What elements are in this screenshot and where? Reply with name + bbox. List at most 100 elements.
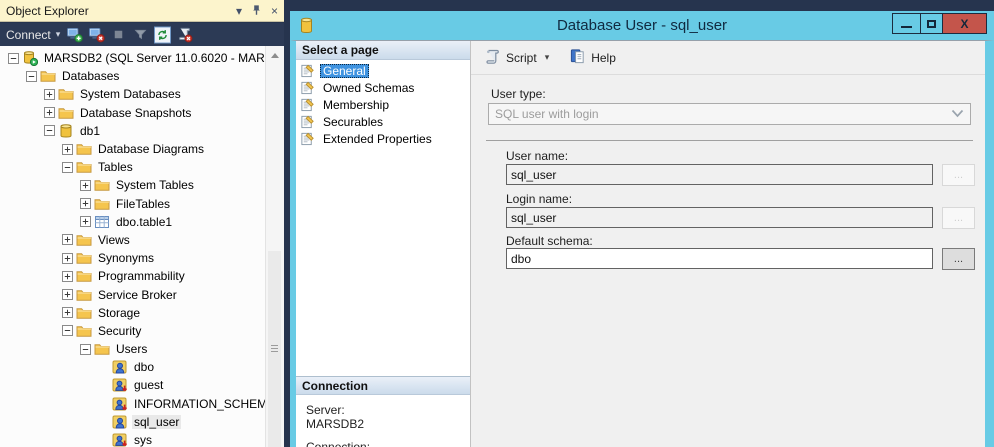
login-name-input[interactable] bbox=[506, 207, 933, 228]
tree-item[interactable]: Security bbox=[0, 322, 265, 340]
dialog-titlebar[interactable]: Database User - sql_user bbox=[290, 11, 994, 40]
connect-button[interactable]: Connect ▾ bbox=[6, 28, 60, 42]
tree-item[interactable]: MARSDB2 (SQL Server 11.0.6020 - MARSD bbox=[0, 49, 265, 67]
close-icon[interactable]: × bbox=[271, 5, 278, 17]
select-a-page-header: Select a page bbox=[296, 41, 470, 60]
expander-plus-icon[interactable] bbox=[62, 289, 73, 300]
expander-plus-icon[interactable] bbox=[80, 180, 91, 191]
tree-item[interactable]: INFORMATION_SCHEMA bbox=[0, 395, 265, 413]
folder-icon bbox=[76, 250, 92, 266]
minimize-button[interactable] bbox=[892, 13, 921, 34]
connect-object-explorer-icon[interactable] bbox=[66, 26, 83, 43]
help-button[interactable]: Help bbox=[569, 48, 616, 68]
expander-minus-icon[interactable] bbox=[62, 162, 73, 173]
tree-item[interactable]: Storage bbox=[0, 304, 265, 322]
stop-icon[interactable] bbox=[110, 26, 127, 43]
disconnect-icon[interactable] bbox=[88, 26, 105, 43]
page-item[interactable]: Membership bbox=[296, 96, 470, 113]
default-schema-input[interactable] bbox=[506, 248, 933, 269]
expander-minus-icon[interactable] bbox=[62, 325, 73, 336]
tree-item[interactable]: Users bbox=[0, 340, 265, 358]
tree-item-label: Security bbox=[96, 324, 143, 338]
folder-icon bbox=[76, 323, 92, 339]
login-name-label: Login name: bbox=[506, 192, 572, 206]
tree-item[interactable]: dbo bbox=[0, 358, 265, 376]
tree-item[interactable]: Programmability bbox=[0, 267, 265, 285]
connection-label: Connection: bbox=[306, 440, 470, 447]
folder-icon bbox=[76, 268, 92, 284]
refresh-icon[interactable] bbox=[154, 26, 171, 43]
tree-item[interactable]: sql_user bbox=[0, 413, 265, 431]
panel-spacer bbox=[296, 147, 470, 376]
filter-icon[interactable] bbox=[132, 26, 149, 43]
object-explorer-titlebar[interactable]: Object Explorer ▾ × bbox=[0, 0, 284, 22]
database-user-dialog: Database User - sql_user Select a page G… bbox=[290, 11, 994, 447]
script-button[interactable]: Script bbox=[483, 48, 537, 68]
tree-item-label: Service Broker bbox=[96, 288, 179, 302]
user-type-label: User type: bbox=[491, 87, 546, 101]
database-icon bbox=[58, 123, 74, 139]
expander-minus-icon[interactable] bbox=[8, 53, 19, 64]
expander-plus-icon[interactable] bbox=[80, 216, 91, 227]
script-chevron-icon[interactable]: ▾ bbox=[545, 52, 550, 63]
expander-minus-icon[interactable] bbox=[80, 344, 91, 355]
tree-scrollbar[interactable] bbox=[266, 46, 284, 447]
page-icon bbox=[300, 114, 315, 129]
tree-item[interactable]: System Tables bbox=[0, 176, 265, 194]
object-explorer-toolbar: Connect ▾ bbox=[0, 23, 284, 46]
page-item[interactable]: General bbox=[296, 62, 470, 79]
tree-item[interactable]: Databases bbox=[0, 67, 265, 85]
tree-item[interactable]: System Databases bbox=[0, 85, 265, 103]
window-position-chevron-icon[interactable]: ▾ bbox=[236, 5, 242, 17]
page-item[interactable]: Extended Properties bbox=[296, 130, 470, 147]
expander-minus-icon[interactable] bbox=[44, 125, 55, 136]
scroll-up-arrow-icon[interactable] bbox=[271, 53, 279, 58]
expander-plus-icon[interactable] bbox=[44, 89, 55, 100]
page-item[interactable]: Securables bbox=[296, 113, 470, 130]
dialog-content: Script ▾ Help User type: SQL user with l… bbox=[470, 41, 985, 447]
expander-plus-icon[interactable] bbox=[62, 144, 73, 155]
login-name-browse-button[interactable]: ... bbox=[942, 207, 975, 229]
expander-plus-icon[interactable] bbox=[80, 198, 91, 209]
tree-item[interactable]: sys bbox=[0, 431, 265, 447]
pin-icon[interactable] bbox=[251, 4, 262, 18]
tree-item-label: System Databases bbox=[78, 87, 183, 101]
scrollbar-thumb[interactable] bbox=[268, 251, 281, 447]
expander-plus-icon[interactable] bbox=[62, 307, 73, 318]
tree-item[interactable]: Database Diagrams bbox=[0, 140, 265, 158]
close-button[interactable] bbox=[942, 13, 987, 34]
tree-item-label: Database Diagrams bbox=[96, 142, 206, 156]
default-schema-browse-button[interactable]: ... bbox=[942, 248, 975, 270]
user-down-icon bbox=[112, 377, 128, 393]
tree-item[interactable]: dbo.table1 bbox=[0, 213, 265, 231]
tree-item[interactable]: Service Broker bbox=[0, 285, 265, 303]
page-item[interactable]: Owned Schemas bbox=[296, 79, 470, 96]
script-error-icon[interactable] bbox=[176, 26, 193, 43]
chevron-down-icon: ▾ bbox=[56, 29, 61, 40]
tree-item[interactable]: Tables bbox=[0, 158, 265, 176]
expander-plus-icon[interactable] bbox=[62, 234, 73, 245]
user-type-value: SQL user with login bbox=[495, 107, 951, 121]
user-down-icon bbox=[112, 396, 128, 412]
select-a-page-panel: Select a page GeneralOwned Schemas Member… bbox=[296, 41, 470, 447]
user-name-browse-button[interactable]: ... bbox=[942, 164, 975, 186]
tree-item[interactable]: db1 bbox=[0, 122, 265, 140]
folder-icon bbox=[94, 177, 110, 193]
expander-plus-icon[interactable] bbox=[62, 271, 73, 282]
page-item-label: General bbox=[320, 64, 369, 78]
object-explorer-panel: Object Explorer ▾ × Connect ▾ MARSDB2 (S… bbox=[0, 0, 284, 447]
tree-item[interactable]: Database Snapshots bbox=[0, 104, 265, 122]
expander-plus-icon[interactable] bbox=[44, 107, 55, 118]
page-item-label: Membership bbox=[320, 98, 392, 112]
tree-item[interactable]: FileTables bbox=[0, 195, 265, 213]
expander-plus-icon[interactable] bbox=[62, 253, 73, 264]
user-type-select[interactable]: SQL user with login bbox=[488, 103, 971, 125]
expander-minus-icon[interactable] bbox=[26, 71, 37, 82]
tree-item[interactable]: guest bbox=[0, 376, 265, 394]
tree-item[interactable]: Views bbox=[0, 231, 265, 249]
maximize-button[interactable] bbox=[920, 13, 943, 34]
folder-icon bbox=[76, 305, 92, 321]
user-name-input[interactable] bbox=[506, 164, 933, 185]
folder-icon bbox=[94, 341, 110, 357]
tree-item[interactable]: Synonyms bbox=[0, 249, 265, 267]
